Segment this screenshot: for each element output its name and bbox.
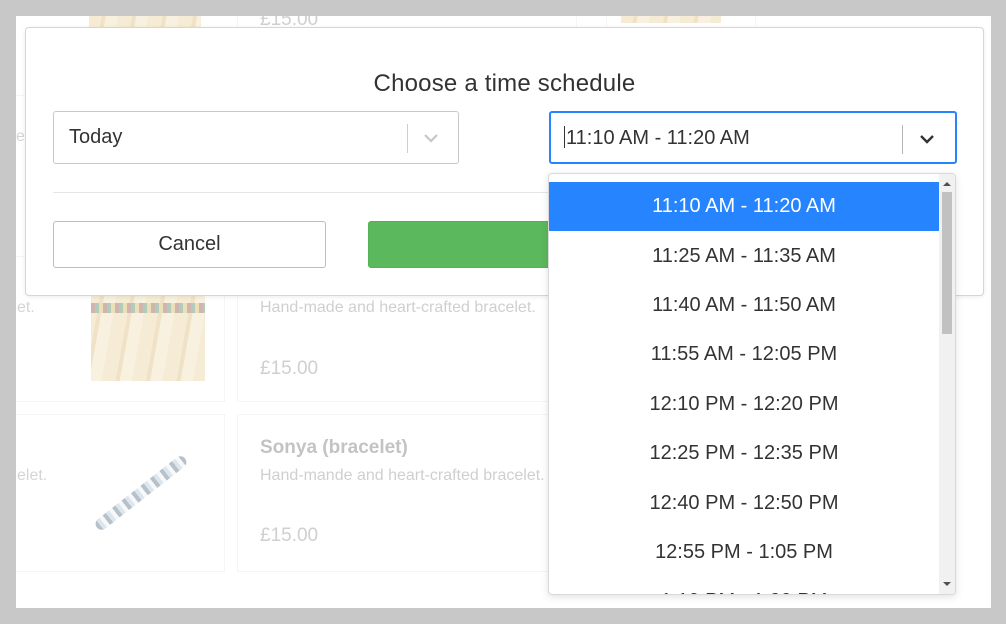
select-separator [407,124,408,153]
cancel-button[interactable]: Cancel [53,221,326,268]
chevron-down-icon[interactable] [908,113,946,164]
product-image [93,453,189,533]
day-select[interactable]: Today [53,111,459,164]
time-option[interactable]: 1:10 PM - 1:20 PM [549,577,939,594]
menu-scrollbar[interactable] [939,174,955,594]
product-description: Hand-made and heart-crafted bracelet. [260,299,536,316]
product-title: Sonya (bracelet) [260,437,408,458]
time-option[interactable]: 12:25 PM - 12:35 PM [549,429,939,478]
product-description-cut: et. [17,299,35,316]
time-option[interactable]: 12:40 PM - 12:50 PM [549,478,939,527]
time-option[interactable]: 11:25 AM - 11:35 AM [549,231,939,280]
time-option[interactable]: 11:40 AM - 11:50 AM [549,281,939,330]
chevron-down-icon[interactable] [412,112,450,163]
time-option[interactable]: 12:10 PM - 12:20 PM [549,380,939,429]
day-select-value: Today [69,126,123,148]
time-select-value[interactable]: 11:10 AM - 11:20 AM [564,113,750,164]
time-select-text: 11:10 AM - 11:20 AM [566,127,750,149]
product-image [621,16,721,23]
time-options-list: 11:10 AM - 11:20 AM 11:25 AM - 11:35 AM 11… [549,182,939,594]
product-card: elet. [16,414,225,572]
time-select[interactable]: 11:10 AM - 11:20 AM [549,111,957,164]
product-price: £15.00 [260,525,319,546]
time-option[interactable]: 11:55 AM - 12:05 PM [549,330,939,379]
scroll-up-icon[interactable] [939,176,955,192]
text-caret [564,126,565,148]
time-option[interactable]: 12:55 PM - 1:05 PM [549,528,939,577]
time-option[interactable]: 11:10 AM - 11:20 AM [549,182,939,232]
time-options-menu: 11:10 AM - 11:20 AM 11:25 AM - 11:35 AM 11… [548,173,956,595]
product-description-cut: elet. [17,467,48,484]
select-separator [902,125,903,154]
scroll-thumb[interactable] [942,192,952,334]
product-card: Sonya (bracelet) Hand-mande and heart-cr… [237,414,577,572]
product-description: Hand-mande and heart-crafted bracelet. [260,467,545,484]
product-price: £15.00 [260,358,319,379]
modal-title: Choose a time schedule [373,70,636,97]
scroll-down-icon[interactable] [939,576,955,592]
product-image [89,16,201,27]
